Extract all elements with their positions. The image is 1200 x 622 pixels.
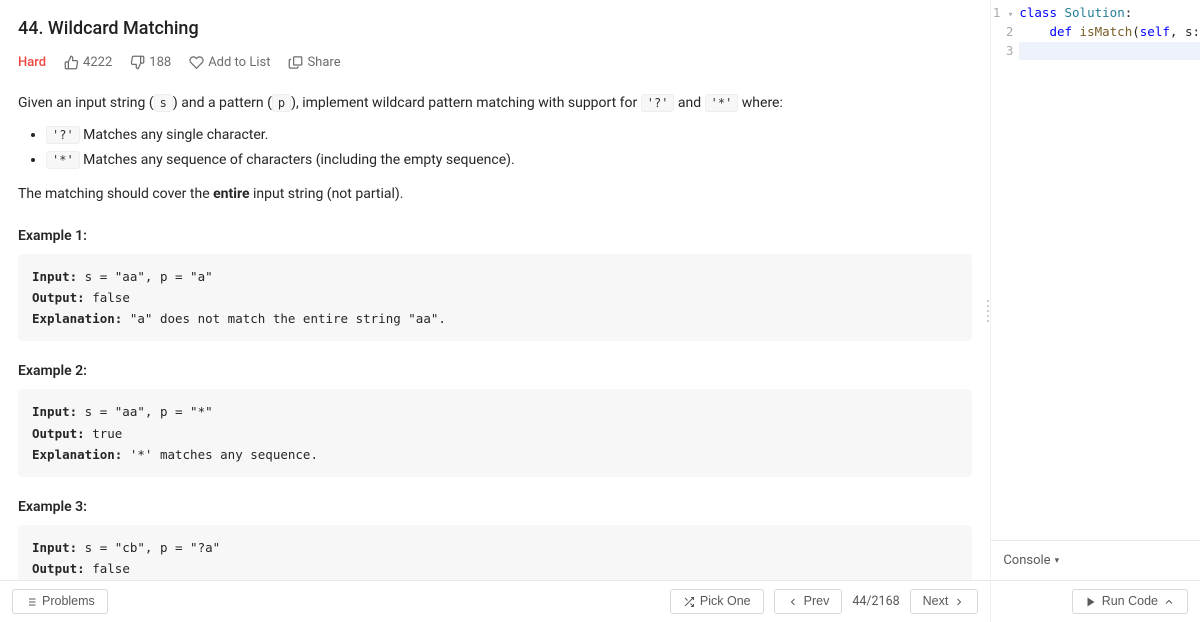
chevron-up-icon: [1163, 596, 1175, 608]
problem-counter: 44/2168: [852, 594, 899, 609]
share-button[interactable]: Share: [288, 55, 340, 70]
code-editor[interactable]: 1 ▾ 2 3 class Solution: def isMatch(self…: [991, 0, 1200, 540]
problem-meta: Hard 4222 188 Add to List Share: [18, 55, 972, 70]
problems-button[interactable]: Problems: [12, 589, 108, 614]
chevron-left-icon: [787, 596, 799, 608]
problem-description: 44. Wildcard Matching Hard 4222 188 Add …: [0, 0, 990, 580]
example-1-block: Input: s = "aa", p = "a" Output: false E…: [18, 254, 972, 342]
example-3-title: Example 3:: [18, 499, 972, 515]
example-2-title: Example 2:: [18, 363, 972, 379]
chevron-right-icon: [953, 596, 965, 608]
dislike-button[interactable]: 188: [130, 55, 171, 70]
intro-paragraph: Given an input string (s) and a pattern …: [18, 92, 972, 114]
code-star: '*': [705, 94, 739, 112]
next-button[interactable]: Next: [910, 589, 979, 614]
run-code-button[interactable]: Run Code: [1072, 589, 1188, 614]
difficulty-badge: Hard: [18, 55, 46, 70]
code-question: '?': [641, 94, 675, 112]
example-1-title: Example 1:: [18, 228, 972, 244]
rule-item-star: '*' Matches any sequence of characters (…: [46, 149, 972, 171]
example-3-block: Input: s = "cb", p = "?a" Output: false: [18, 525, 972, 580]
editor-panel: 1 ▾ 2 3 class Solution: def isMatch(self…: [991, 0, 1200, 622]
share-icon: [288, 55, 303, 70]
problem-title: 44. Wildcard Matching: [18, 18, 972, 39]
problem-bottom-bar: Problems Pick One Prev 44/2168 Next: [0, 580, 990, 622]
nav-group: Pick One Prev 44/2168 Next: [670, 589, 978, 614]
code-p: p: [272, 94, 291, 112]
console-toggle[interactable]: Console▾: [991, 540, 1200, 580]
add-to-list-button[interactable]: Add to List: [189, 55, 270, 70]
like-count: 4222: [83, 55, 112, 70]
like-button[interactable]: 4222: [64, 55, 112, 70]
code-s: s: [154, 94, 173, 112]
pick-one-button[interactable]: Pick One: [670, 589, 764, 614]
prev-button[interactable]: Prev: [774, 589, 843, 614]
line-gutter: 1 ▾ 2 3: [991, 4, 1019, 540]
fold-icon[interactable]: ▾: [1008, 10, 1013, 20]
rule-item-question: '?' Matches any single character.: [46, 124, 972, 146]
shuffle-icon: [683, 596, 695, 608]
caret-down-icon: ▾: [1055, 556, 1060, 566]
example-2-block: Input: s = "aa", p = "*" Output: true Ex…: [18, 389, 972, 477]
code-content[interactable]: class Solution: def isMatch(self, s:: [1019, 4, 1200, 540]
play-icon: [1085, 596, 1097, 608]
thumbs-up-icon: [64, 55, 79, 70]
run-bar: Run Code: [991, 580, 1200, 622]
list-icon: [25, 596, 37, 608]
dislike-count: 188: [149, 55, 171, 70]
heart-icon: [189, 55, 204, 70]
thumbs-down-icon: [130, 55, 145, 70]
problem-panel: 44. Wildcard Matching Hard 4222 188 Add …: [0, 0, 991, 622]
problem-body: Given an input string (s) and a pattern …: [18, 92, 972, 580]
panel-resize-handle[interactable]: [983, 296, 993, 326]
coverage-paragraph: The matching should cover the entire inp…: [18, 183, 972, 205]
cursor-line: [1019, 42, 1200, 61]
